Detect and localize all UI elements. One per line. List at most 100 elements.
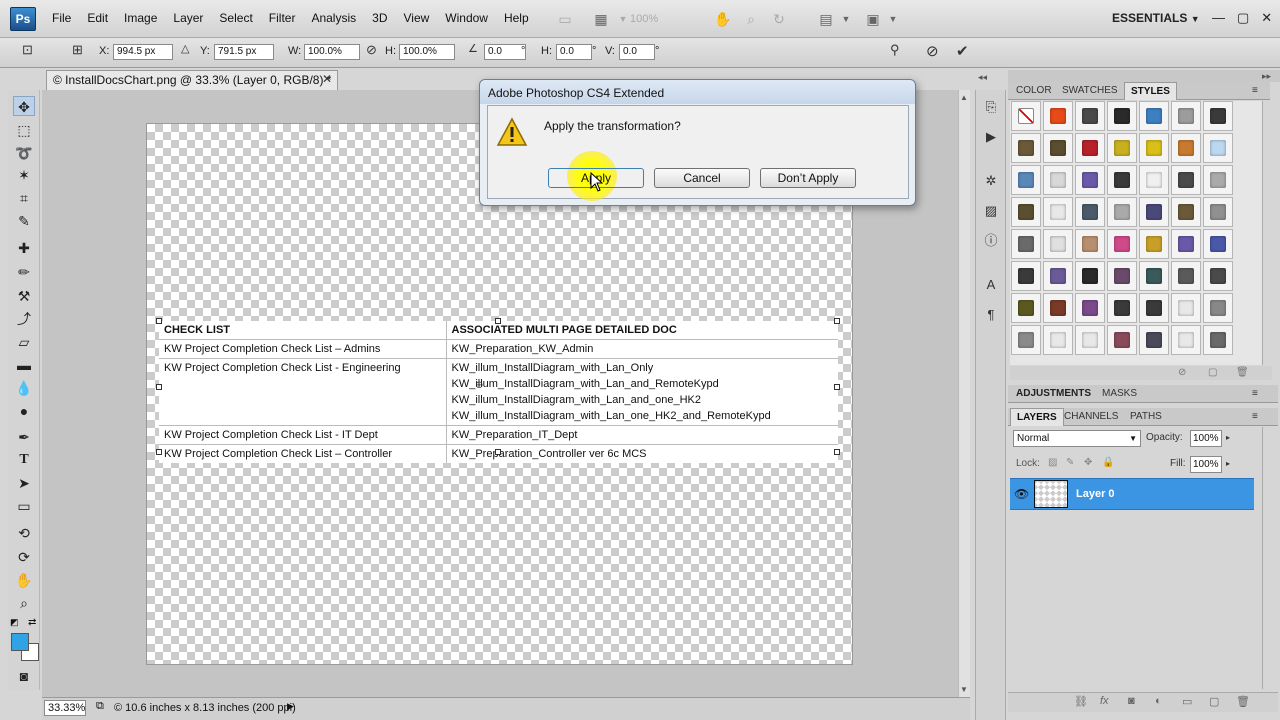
paragraph-panel-icon[interactable]: ¶ (982, 306, 1000, 324)
menu-filter[interactable]: Filter (261, 11, 304, 25)
panel-menu-icon[interactable]: ≡ (1252, 85, 1258, 96)
lasso-tool-icon[interactable]: ➰ (13, 143, 35, 163)
style-swatch[interactable] (1139, 293, 1169, 323)
style-swatch[interactable] (1203, 165, 1233, 195)
style-swatch[interactable] (1171, 293, 1201, 323)
lock-position-icon[interactable]: ✥ (1084, 457, 1092, 468)
pen-tool-icon[interactable]: ✒ (13, 427, 35, 447)
style-swatch[interactable] (1043, 293, 1073, 323)
style-swatch[interactable] (1203, 261, 1233, 291)
style-swatch[interactable] (1011, 229, 1041, 259)
style-swatch[interactable] (1011, 101, 1041, 131)
hand-icon[interactable]: ✋ (712, 9, 734, 29)
new-layer-icon[interactable]: ▢ (1209, 695, 1219, 708)
style-swatch[interactable] (1171, 261, 1201, 291)
style-swatch[interactable] (1011, 165, 1041, 195)
panel-menu-icon[interactable]: ≡ (1252, 411, 1258, 422)
styles-scrollbar[interactable] (1262, 101, 1274, 365)
tab-styles[interactable]: STYLES (1124, 82, 1177, 100)
style-swatch[interactable] (1043, 165, 1073, 195)
actions-panel-icon[interactable]: ▶ (982, 128, 1000, 146)
menu-help[interactable]: Help (496, 11, 537, 25)
new-group-icon[interactable]: ▭ (1182, 695, 1192, 708)
menu-image[interactable]: Image (116, 11, 165, 25)
close-icon[interactable]: ✕ (1261, 10, 1272, 26)
style-swatch[interactable] (1107, 133, 1137, 163)
h-field[interactable]: 100.0% (399, 44, 455, 60)
rotate-view-icon[interactable]: ↻ (768, 9, 790, 29)
menu-layer[interactable]: Layer (165, 11, 211, 25)
3d-rotate-tool-icon[interactable]: ⟲ (13, 523, 35, 543)
menu-analysis[interactable]: Analysis (303, 11, 364, 25)
style-swatch[interactable] (1011, 293, 1041, 323)
link-icon[interactable]: ⊘ (366, 42, 377, 58)
brush-tool-icon[interactable]: ✏ (13, 262, 35, 282)
crop-tool-icon[interactable]: ⌗ (13, 188, 35, 208)
style-swatch[interactable] (1171, 197, 1201, 227)
history-brush-tool-icon[interactable]: ⤴ (13, 309, 35, 329)
tab-swatches[interactable]: SWATCHES (1056, 82, 1124, 100)
dodge-tool-icon[interactable]: ● (13, 401, 35, 421)
style-swatch[interactable] (1043, 133, 1073, 163)
style-swatch[interactable] (1075, 133, 1105, 163)
minimize-icon[interactable]: — (1212, 10, 1225, 26)
opacity-slider-arrow-icon[interactable]: ▸ (1226, 433, 1230, 442)
style-swatch[interactable] (1043, 101, 1073, 131)
style-swatch[interactable] (1075, 165, 1105, 195)
x-field[interactable]: 994.5 px (113, 44, 173, 60)
gradient-tool-icon[interactable]: ▬ (13, 355, 35, 375)
style-swatch[interactable] (1171, 101, 1201, 131)
style-swatch[interactable] (1011, 133, 1041, 163)
zoom-level[interactable]: 100% (630, 10, 690, 28)
menu-window[interactable]: Window (437, 11, 496, 25)
hskew-field[interactable]: 0.0 (556, 44, 592, 60)
scroll-up-icon[interactable]: ▲ (960, 93, 968, 102)
tool-preset-icon[interactable]: ⊡ (22, 42, 33, 58)
cancel-button[interactable]: Cancel (654, 168, 750, 188)
status-arrow-icon[interactable]: ▶ (287, 701, 294, 712)
transform-handle[interactable] (834, 318, 840, 324)
panel-menu-icon[interactable]: ≡ (1252, 388, 1258, 399)
blur-tool-icon[interactable]: 💧 (13, 378, 35, 398)
transform-handle[interactable] (495, 449, 501, 455)
blend-mode-select[interactable]: Normal ▼ (1013, 430, 1141, 447)
collapse-panels-icon[interactable]: ◂◂ (978, 72, 987, 83)
menu-file[interactable]: File (44, 11, 79, 25)
navigator-panel-icon[interactable]: ✲ (982, 172, 1000, 190)
style-swatch[interactable] (1107, 325, 1137, 355)
link-layers-icon[interactable]: ⛓ (1074, 695, 1088, 708)
eyedropper-tool-icon[interactable]: ✎ (13, 211, 35, 231)
lock-transparency-icon[interactable]: ▨ (1048, 457, 1057, 468)
transform-center-icon[interactable]: ⊕ (475, 380, 483, 391)
transform-handle[interactable] (156, 449, 162, 455)
move-tool-icon[interactable]: ✥ (13, 96, 35, 116)
style-swatch[interactable] (1011, 197, 1041, 227)
character-panel-icon[interactable]: A (982, 276, 1000, 294)
clone-stamp-tool-icon[interactable]: ⚒ (13, 286, 35, 306)
healing-brush-tool-icon[interactable]: ✚ (13, 238, 35, 258)
workspace-switcher[interactable]: ESSENTIALS ▼ (1112, 11, 1200, 25)
default-colors-icon[interactable]: ◩ (10, 617, 19, 628)
style-swatch[interactable] (1171, 325, 1201, 355)
style-swatch[interactable] (1075, 325, 1105, 355)
fill-field[interactable]: 100% (1190, 456, 1222, 473)
lock-all-icon[interactable]: 🔒 (1102, 457, 1114, 468)
style-swatch[interactable] (1203, 229, 1233, 259)
reference-point-icon[interactable]: ⊞ (72, 42, 83, 58)
style-swatch[interactable] (1171, 133, 1201, 163)
delta-icon[interactable]: △ (181, 42, 189, 55)
style-swatch[interactable] (1011, 325, 1041, 355)
style-swatch[interactable] (1075, 293, 1105, 323)
style-swatch[interactable] (1171, 165, 1201, 195)
zoom-icon[interactable]: ⌕ (740, 9, 762, 29)
expand-panel-icon[interactable]: ▸▸ (1262, 71, 1271, 82)
lock-pixels-icon[interactable]: ✎ (1066, 457, 1074, 468)
style-swatch[interactable] (1139, 261, 1169, 291)
vskew-field[interactable]: 0.0 (619, 44, 655, 60)
style-swatch[interactable] (1043, 325, 1073, 355)
style-swatch[interactable] (1043, 229, 1073, 259)
tab-paths[interactable]: PATHS (1124, 408, 1168, 426)
w-field[interactable]: 100.0% (304, 44, 360, 60)
fill-slider-arrow-icon[interactable]: ▸ (1226, 459, 1230, 468)
style-swatch[interactable] (1075, 229, 1105, 259)
